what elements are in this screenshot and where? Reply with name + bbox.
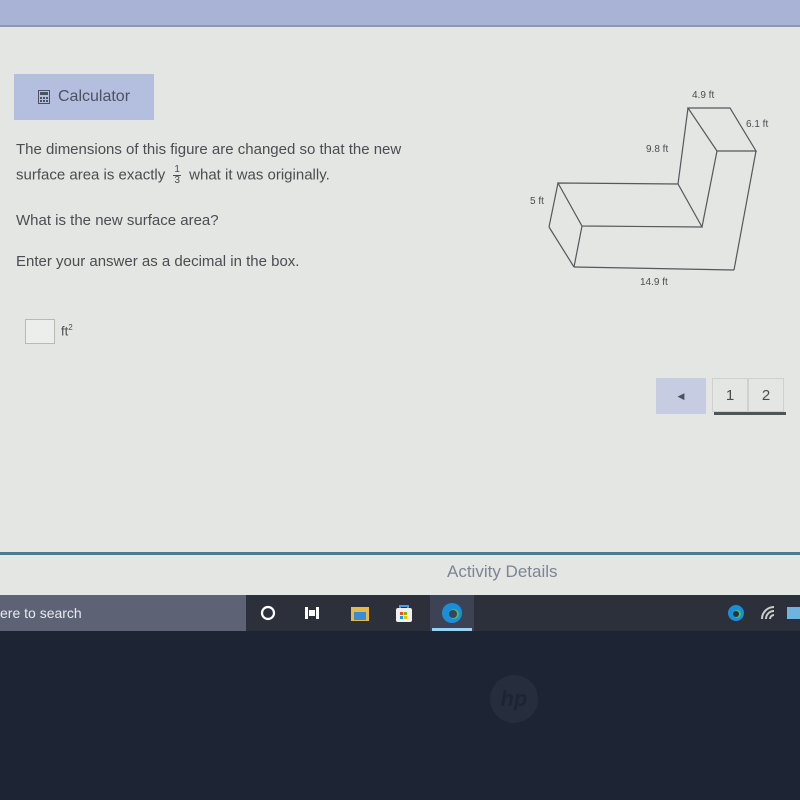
l-shaped-prism-figure: 4.9 ft 6.1 ft 9.8 ft 5 ft 14.9 ft [530, 90, 768, 288]
edge-tray-icon[interactable] [723, 600, 749, 626]
calculator-button[interactable]: Calculator [14, 74, 154, 120]
edge [573, 225, 583, 268]
question-line-1: The dimensions of this figure are change… [16, 141, 402, 158]
task-view-icon[interactable] [299, 600, 325, 626]
triangle-left-icon: ◀ [677, 390, 685, 401]
fraction-denominator: 3 [174, 175, 180, 186]
answer-instruction: Enter your answer as a decimal in the bo… [16, 253, 300, 270]
horizontal-block-top-face [556, 182, 704, 228]
label-bottom-length: 14.9 ft [640, 277, 668, 288]
edge [573, 266, 735, 271]
label-top-width: 4.9 ft [692, 90, 714, 101]
laptop-bezel [0, 631, 800, 800]
search-placeholder: ere to search [0, 605, 82, 621]
page-1-button[interactable]: 1 [712, 378, 748, 412]
cortana-icon[interactable] [255, 600, 281, 626]
taskbar-search-box[interactable]: ere to search [0, 595, 246, 631]
question-line-2: surface area is exactly 1 3 what it was … [16, 165, 330, 186]
edge [701, 150, 718, 228]
question-line-2-start: surface area is exactly [16, 166, 166, 184]
top-banner [0, 0, 800, 27]
news-icon[interactable] [782, 600, 800, 626]
label-top-depth: 6.1 ft [746, 119, 768, 130]
taskbar: ere to search [0, 595, 800, 631]
calculator-label: Calculator [57, 88, 131, 105]
activity-details-link[interactable]: Activity Details [447, 562, 558, 582]
previous-page-button[interactable]: ◀ [656, 378, 706, 414]
page-2-button[interactable]: 2 [748, 378, 784, 412]
edge-icon[interactable] [439, 600, 465, 626]
store-icon[interactable] [391, 600, 417, 626]
question-line-2-end: what it was originally. [189, 166, 330, 184]
calculator-icon [37, 90, 50, 104]
wifi-icon[interactable] [755, 600, 781, 626]
fraction-one-third: 1 3 [173, 165, 181, 186]
unit-exponent: 2 [68, 323, 73, 332]
label-vertical-height: 9.8 ft [646, 144, 668, 155]
edge [548, 226, 575, 268]
edge [733, 150, 757, 271]
answer-input[interactable] [25, 319, 55, 344]
question-prompt: What is the new surface area? [16, 212, 219, 229]
screen: Calculator The dimensions of this figure… [0, 0, 800, 595]
footer-divider [0, 552, 800, 555]
edge [677, 107, 689, 185]
file-explorer-icon[interactable] [347, 600, 373, 626]
edge [548, 182, 559, 228]
pagination: ◀ 1 2 [656, 378, 784, 414]
answer-row: ft2 [25, 319, 73, 344]
current-page-indicator [714, 412, 786, 415]
answer-unit: ft2 [61, 323, 73, 338]
hp-logo-icon: hp [490, 675, 538, 723]
label-left-height: 5 ft [530, 196, 544, 207]
